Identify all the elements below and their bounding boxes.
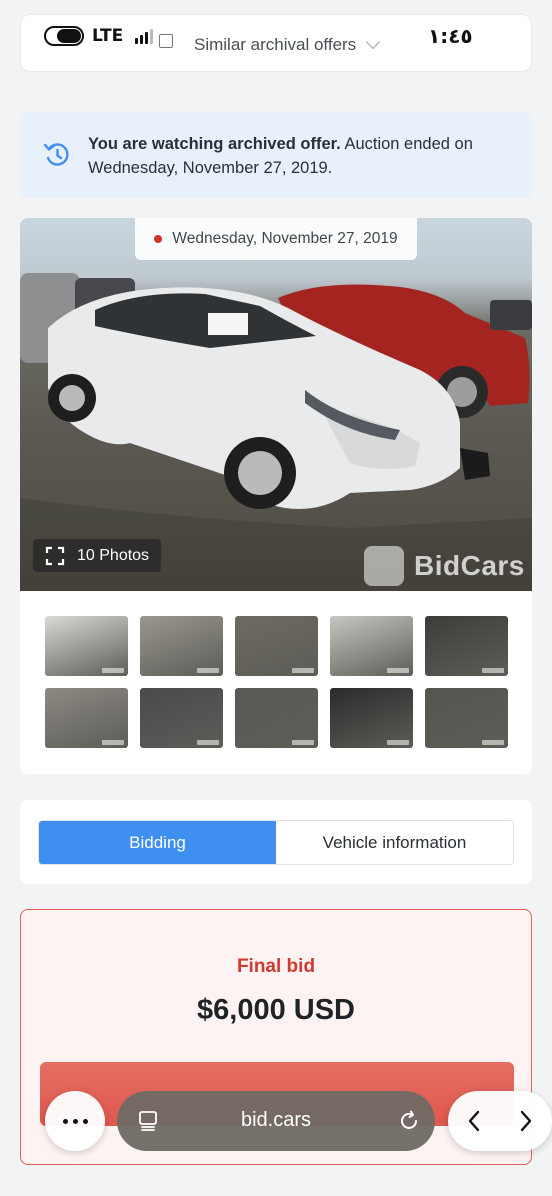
status-dot [154, 235, 163, 243]
status-time: ١:٤٥ [428, 24, 473, 48]
chevron-left-icon [468, 1110, 480, 1132]
history-icon [43, 143, 69, 166]
square-icon [159, 34, 174, 48]
archived-notice: You are watching archived offer. Auction… [20, 112, 532, 198]
thumbnail-grid [45, 616, 508, 748]
similar-offers-dropdown[interactable]: Similar archival offers [194, 34, 381, 55]
tab-vehicle-information[interactable]: Vehicle information [276, 821, 513, 864]
notice-text: You are watching archived offer. Auction… [88, 132, 508, 180]
signal-icon [135, 28, 154, 44]
status-bar-left: LTE [44, 24, 174, 48]
car-photo-illustration [20, 273, 532, 591]
thumbnail[interactable] [330, 616, 413, 676]
bidcars-watermark: BidCars [364, 546, 525, 586]
main-photo[interactable]: Wednesday, November 27, 2019 10 Photos B… [20, 218, 532, 591]
reload-icon[interactable] [397, 1109, 421, 1133]
network-label: LTE [92, 26, 124, 46]
toggle-icon [44, 26, 84, 46]
expand-icon [45, 546, 65, 565]
auction-date-chip: Wednesday, November 27, 2019 [135, 218, 417, 260]
url-text: bid.cars [240, 1109, 312, 1131]
photos-count-button[interactable]: 10 Photos [33, 539, 162, 572]
photos-count-label: 10 Photos [77, 546, 150, 564]
chevron-right-icon [520, 1110, 532, 1132]
thumbnail[interactable] [140, 688, 223, 748]
back-button[interactable] [448, 1091, 500, 1151]
address-bar[interactable]: bid.cars [117, 1091, 435, 1151]
chevron-down-icon [366, 34, 381, 50]
tab-bidding[interactable]: Bidding [39, 821, 276, 864]
thumbnail[interactable] [425, 688, 508, 748]
notice-bold: You are watching archived offer. [88, 135, 341, 153]
thumbnail[interactable] [45, 616, 128, 676]
tabs-card: Bidding Vehicle information [20, 800, 532, 884]
similar-offers-label: Similar archival offers [194, 35, 357, 54]
thumbnail[interactable] [235, 616, 318, 676]
forward-button[interactable] [500, 1091, 552, 1151]
final-bid-amount: $6,000 USD [197, 994, 355, 1026]
bidcars-logo-icon [364, 546, 404, 586]
navigation-pill [448, 1091, 552, 1151]
bidcars-watermark-text: BidCars [414, 550, 525, 581]
thumbnail[interactable] [140, 616, 223, 676]
thumbnail[interactable] [45, 688, 128, 748]
final-bid-label: Final bid [236, 956, 316, 977]
tab-bar: Bidding Vehicle information [38, 820, 514, 865]
more-dots-icon [62, 1118, 88, 1124]
gallery-card: Wednesday, November 27, 2019 10 Photos B… [20, 218, 532, 774]
more-options-button[interactable] [45, 1091, 105, 1151]
thumbnail[interactable] [330, 688, 413, 748]
auction-date-label: Wednesday, November 27, 2019 [172, 230, 398, 247]
thumbnail[interactable] [425, 616, 508, 676]
thumbnail[interactable] [235, 688, 318, 748]
